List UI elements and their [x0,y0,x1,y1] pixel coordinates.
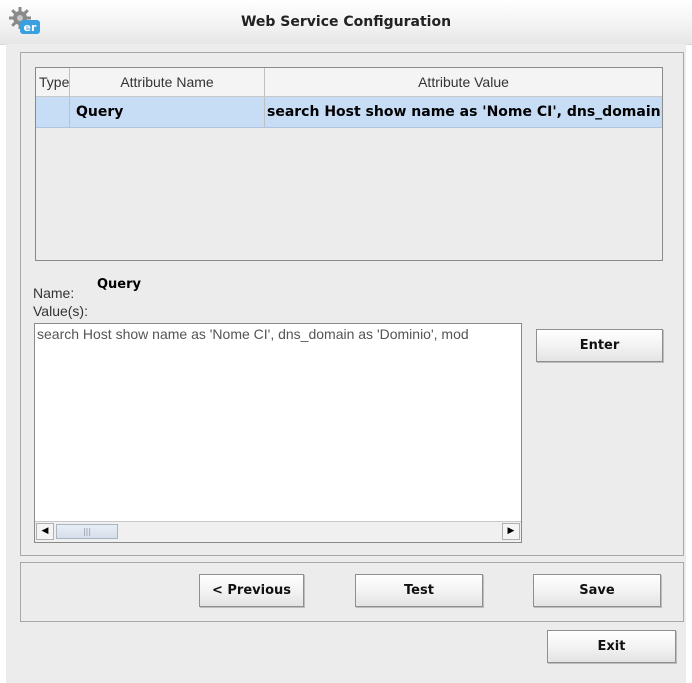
title-bar: er Web Service Configuration [0,0,692,45]
dialog-body: Type Attribute Name Attribute Value Quer… [6,44,686,683]
table-header: Type Attribute Name Attribute Value [36,68,662,97]
navigation-panel: < Previous Test Save [20,562,684,622]
window-title: Web Service Configuration [240,14,452,30]
values-text: search Host show name as 'Nome CI', dns_… [37,326,469,342]
values-textarea[interactable]: search Host show name as 'Nome CI', dns_… [34,323,522,543]
cell-attribute-name: Query [70,97,265,127]
scroll-thumb[interactable]: ||| [56,524,118,539]
attributes-table: Type Attribute Name Attribute Value Quer… [35,67,663,261]
column-header-attribute-name[interactable]: Attribute Name [70,68,265,96]
horizontal-scrollbar[interactable]: ◀ ||| ▶ [35,521,521,542]
column-header-type[interactable]: Type [36,68,70,96]
scroll-right-arrow-icon[interactable]: ▶ [502,523,520,540]
column-header-attribute-value[interactable]: Attribute Value [265,68,662,96]
previous-button[interactable]: < Previous [199,574,304,607]
enter-button[interactable]: Enter [536,329,663,362]
test-button[interactable]: Test [355,574,483,607]
values-label: Value(s): [33,303,88,319]
name-value: Query [97,277,142,292]
attribute-panel: Type Attribute Name Attribute Value Quer… [20,52,684,556]
cell-attribute-value: search Host show name as 'Nome CI', dns_… [267,104,661,120]
save-button[interactable]: Save [533,574,661,607]
exit-button[interactable]: Exit [547,630,676,663]
cell-type [36,97,70,127]
name-label: Name: [33,285,75,301]
table-row[interactable]: Query search Host show name as 'Nome CI'… [36,97,662,128]
scroll-left-arrow-icon[interactable]: ◀ [36,523,54,540]
